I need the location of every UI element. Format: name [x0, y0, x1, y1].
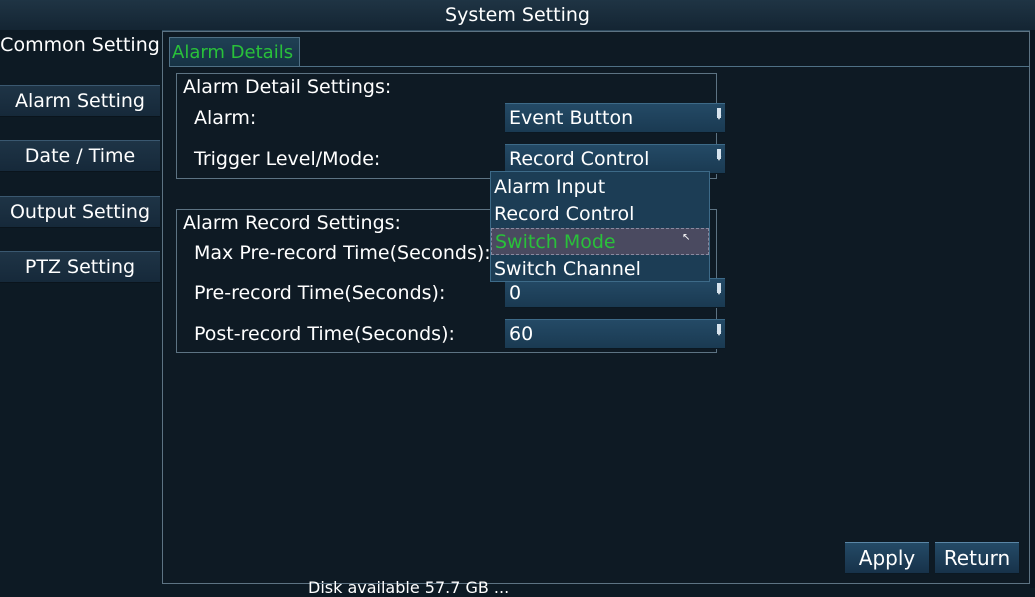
title-bar: System Setting [0, 0, 1035, 31]
sidebar-item-ptz-setting[interactable]: PTZ Setting [0, 251, 160, 283]
alarm-record-title: Alarm Record Settings: [183, 212, 401, 234]
content-panel: Alarm Details Alarm Detail Settings: Ala… [162, 31, 1030, 584]
right-edge [1030, 30, 1035, 588]
tab-alarm-details[interactable]: Alarm Details [169, 37, 300, 67]
sidebar: Common Setting Alarm Setting Date / Time… [0, 30, 162, 588]
sidebar-item-output-setting[interactable]: Output Setting [0, 196, 160, 228]
trigger-label: Trigger Level/Mode: [194, 148, 381, 170]
apply-button[interactable]: Apply [845, 542, 929, 574]
alarm-select[interactable]: Event Button ▾ [505, 103, 725, 133]
alarm-detail-title: Alarm Detail Settings: [183, 76, 392, 98]
sidebar-item-alarm-setting[interactable]: Alarm Setting [0, 85, 160, 117]
sidebar-item-date-time[interactable]: Date / Time [0, 140, 160, 172]
return-button[interactable]: Return [935, 542, 1019, 574]
trigger-dropdown-list: Alarm Input Record Control Switch Mode ↖… [490, 171, 710, 282]
dropdown-option-alarm-input[interactable]: Alarm Input [491, 174, 709, 201]
dropdown-option-record-control[interactable]: Record Control [491, 201, 709, 228]
chevron-down-icon: ▾ [715, 106, 723, 130]
pre-record-label: Pre-record Time(Seconds): [194, 282, 446, 304]
trigger-select[interactable]: Record Control ▾ [505, 144, 725, 174]
post-record-value: 60 [509, 323, 534, 345]
alarm-detail-group: Alarm Detail Settings: Alarm: Event Butt… [176, 73, 725, 179]
max-pre-record-label: Max Pre-record Time(Seconds): [194, 242, 491, 264]
pre-record-value: 0 [509, 282, 522, 304]
dropdown-option-switch-mode[interactable]: Switch Mode ↖ [491, 228, 709, 255]
post-record-select[interactable]: 60 ▾ [505, 319, 725, 349]
window-title: System Setting [445, 4, 590, 26]
post-record-label: Post-record Time(Seconds): [194, 323, 455, 345]
chevron-down-icon: ▾ [715, 281, 723, 305]
alarm-select-value: Event Button [509, 107, 634, 129]
dropdown-option-switch-channel[interactable]: Switch Channel [491, 256, 709, 283]
alarm-label: Alarm: [194, 107, 257, 129]
tab-divider [169, 66, 1029, 67]
dropdown-option-switch-mode-label: Switch Mode [495, 231, 616, 253]
sidebar-item-common-setting[interactable]: Common Setting [0, 30, 160, 62]
chevron-down-icon: ▾ [715, 322, 723, 346]
chevron-down-icon: ▾ [715, 147, 723, 171]
trigger-select-value: Record Control [509, 148, 650, 170]
mouse-cursor-icon: ↖ [682, 232, 691, 243]
